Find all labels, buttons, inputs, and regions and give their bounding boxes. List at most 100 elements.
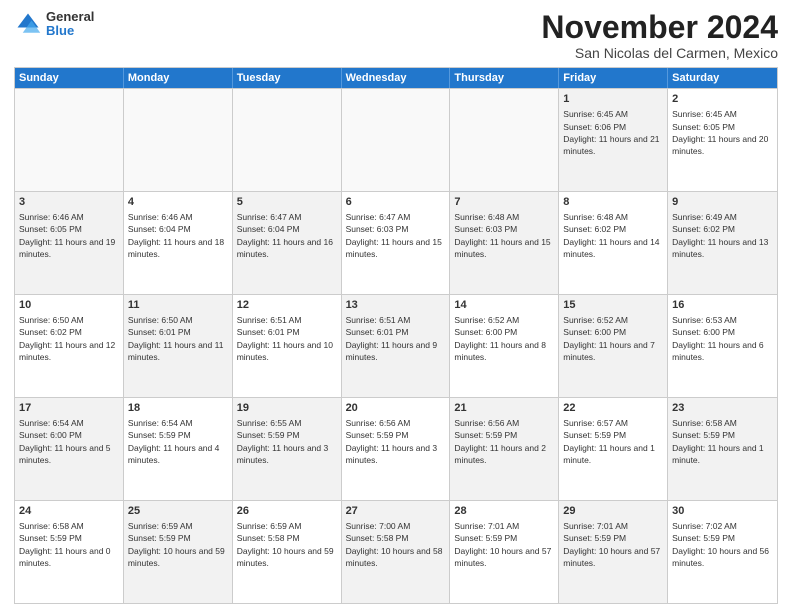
calendar-cell: 11Sunrise: 6:50 AM Sunset: 6:01 PM Dayli… <box>124 295 233 397</box>
calendar-header-cell: Sunday <box>15 68 124 88</box>
calendar-cell: 22 Sunrise: 6:57 AM Sunset: 5:59 PM Dayli… <box>559 398 668 500</box>
calendar-header-cell: Saturday <box>668 68 777 88</box>
calendar-cell: 23 Sunrise: 6:58 AM Sunset: 5:59 PM Dayli… <box>668 398 777 500</box>
cell-info: Sunrise: 6:48 AM Sunset: 6:03 PM Dayligh… <box>454 212 550 259</box>
calendar-week: 3Sunrise: 6:46 AM Sunset: 6:05 PM Daylig… <box>15 191 777 294</box>
day-number: 15 <box>563 298 663 313</box>
cell-info: Sunrise: 7:01 AM Sunset: 5:59 PM Dayligh… <box>454 521 551 568</box>
title-block: November 2024 San Nicolas del Carmen, Me… <box>541 10 778 61</box>
cell-info: Sunrise: 6:52 AM Sunset: 6:00 PM Dayligh… <box>454 315 546 362</box>
cell-info: Sunrise: 6:47 AM Sunset: 6:04 PM Dayligh… <box>237 212 333 259</box>
day-number: 30 <box>672 504 773 519</box>
cell-info: Sunrise: 6:45 AM Sunset: 6:05 PM Dayligh… <box>672 109 768 156</box>
calendar-cell: 1Sunrise: 6:45 AM Sunset: 6:06 PM Daylig… <box>559 89 668 191</box>
header: General Blue November 2024 San Nicolas d… <box>14 10 778 61</box>
day-number: 21 <box>454 401 554 416</box>
calendar-cell: 8Sunrise: 6:48 AM Sunset: 6:02 PM Daylig… <box>559 192 668 294</box>
page: General Blue November 2024 San Nicolas d… <box>0 0 792 612</box>
day-number: 17 <box>19 401 119 416</box>
cell-info: Sunrise: 6:50 AM Sunset: 6:01 PM Dayligh… <box>128 315 224 362</box>
calendar-cell <box>233 89 342 191</box>
calendar-header-cell: Wednesday <box>342 68 451 88</box>
day-number: 3 <box>19 195 119 210</box>
day-number: 25 <box>128 504 228 519</box>
day-number: 1 <box>563 92 663 107</box>
calendar-cell: 5 Sunrise: 6:47 AM Sunset: 6:04 PM Daylig… <box>233 192 342 294</box>
day-number: 8 <box>563 195 663 210</box>
calendar: SundayMondayTuesdayWednesdayThursdayFrid… <box>14 67 778 604</box>
calendar-body: 1Sunrise: 6:45 AM Sunset: 6:06 PM Daylig… <box>15 88 777 603</box>
calendar-cell: 24Sunrise: 6:58 AM Sunset: 5:59 PM Dayli… <box>15 501 124 603</box>
day-number: 18 <box>128 401 228 416</box>
calendar-cell <box>450 89 559 191</box>
cell-info: Sunrise: 6:49 AM Sunset: 6:02 PM Dayligh… <box>672 212 768 259</box>
cell-info: Sunrise: 6:54 AM Sunset: 5:59 PM Dayligh… <box>128 418 220 465</box>
calendar-week: 17 Sunrise: 6:54 AM Sunset: 6:00 PM Dayli… <box>15 397 777 500</box>
calendar-header-cell: Thursday <box>450 68 559 88</box>
day-number: 9 <box>672 195 773 210</box>
cell-info: Sunrise: 6:54 AM Sunset: 6:00 PM Dayligh… <box>19 418 111 465</box>
calendar-week: 10Sunrise: 6:50 AM Sunset: 6:02 PM Dayli… <box>15 294 777 397</box>
cell-info: Sunrise: 7:02 AM Sunset: 5:59 PM Dayligh… <box>672 521 769 568</box>
day-number: 2 <box>672 92 773 107</box>
day-number: 22 <box>563 401 663 416</box>
calendar-cell: 15 Sunrise: 6:52 AM Sunset: 6:00 PM Dayli… <box>559 295 668 397</box>
calendar-cell: 12Sunrise: 6:51 AM Sunset: 6:01 PM Dayli… <box>233 295 342 397</box>
cell-info: Sunrise: 6:58 AM Sunset: 5:59 PM Dayligh… <box>19 521 111 568</box>
day-number: 5 <box>237 195 337 210</box>
calendar-cell: 21 Sunrise: 6:56 AM Sunset: 5:59 PM Dayli… <box>450 398 559 500</box>
cell-info: Sunrise: 6:50 AM Sunset: 6:02 PM Dayligh… <box>19 315 115 362</box>
calendar-cell: 20Sunrise: 6:56 AM Sunset: 5:59 PM Dayli… <box>342 398 451 500</box>
calendar-cell: 7Sunrise: 6:48 AM Sunset: 6:03 PM Daylig… <box>450 192 559 294</box>
calendar-cell: 13Sunrise: 6:51 AM Sunset: 6:01 PM Dayli… <box>342 295 451 397</box>
day-number: 29 <box>563 504 663 519</box>
cell-info: Sunrise: 6:53 AM Sunset: 6:00 PM Dayligh… <box>672 315 764 362</box>
calendar-week: 1Sunrise: 6:45 AM Sunset: 6:06 PM Daylig… <box>15 88 777 191</box>
cell-info: Sunrise: 6:52 AM Sunset: 6:00 PM Dayligh… <box>563 315 655 362</box>
day-number: 13 <box>346 298 446 313</box>
calendar-cell: 26Sunrise: 6:59 AM Sunset: 5:58 PM Dayli… <box>233 501 342 603</box>
cell-info: Sunrise: 7:01 AM Sunset: 5:59 PM Dayligh… <box>563 521 660 568</box>
calendar-cell: 30 Sunrise: 7:02 AM Sunset: 5:59 PM Dayli… <box>668 501 777 603</box>
logo: General Blue <box>14 10 94 39</box>
calendar-cell <box>124 89 233 191</box>
cell-info: Sunrise: 6:56 AM Sunset: 5:59 PM Dayligh… <box>454 418 546 465</box>
calendar-cell <box>342 89 451 191</box>
day-number: 19 <box>237 401 337 416</box>
calendar-cell: 14 Sunrise: 6:52 AM Sunset: 6:00 PM Dayli… <box>450 295 559 397</box>
calendar-cell: 9 Sunrise: 6:49 AM Sunset: 6:02 PM Daylig… <box>668 192 777 294</box>
day-number: 6 <box>346 195 446 210</box>
calendar-cell: 27Sunrise: 7:00 AM Sunset: 5:58 PM Dayli… <box>342 501 451 603</box>
calendar-cell: 29 Sunrise: 7:01 AM Sunset: 5:59 PM Dayli… <box>559 501 668 603</box>
cell-info: Sunrise: 6:46 AM Sunset: 6:04 PM Dayligh… <box>128 212 224 259</box>
title-location: San Nicolas del Carmen, Mexico <box>541 45 778 61</box>
calendar-cell: 19 Sunrise: 6:55 AM Sunset: 5:59 PM Dayli… <box>233 398 342 500</box>
logo-general: General <box>46 10 94 24</box>
day-number: 23 <box>672 401 773 416</box>
calendar-cell: 25 Sunrise: 6:59 AM Sunset: 5:59 PM Dayli… <box>124 501 233 603</box>
cell-info: Sunrise: 6:57 AM Sunset: 5:59 PM Dayligh… <box>563 418 655 465</box>
cell-info: Sunrise: 6:59 AM Sunset: 5:59 PM Dayligh… <box>128 521 225 568</box>
calendar-cell: 18 Sunrise: 6:54 AM Sunset: 5:59 PM Dayli… <box>124 398 233 500</box>
calendar-cell: 17 Sunrise: 6:54 AM Sunset: 6:00 PM Dayli… <box>15 398 124 500</box>
day-number: 14 <box>454 298 554 313</box>
calendar-cell: 28 Sunrise: 7:01 AM Sunset: 5:59 PM Dayli… <box>450 501 559 603</box>
day-number: 20 <box>346 401 446 416</box>
cell-info: Sunrise: 6:58 AM Sunset: 5:59 PM Dayligh… <box>672 418 764 465</box>
logo-blue: Blue <box>46 24 94 38</box>
cell-info: Sunrise: 6:47 AM Sunset: 6:03 PM Dayligh… <box>346 212 442 259</box>
cell-info: Sunrise: 6:55 AM Sunset: 5:59 PM Dayligh… <box>237 418 329 465</box>
calendar-cell: 4 Sunrise: 6:46 AM Sunset: 6:04 PM Daylig… <box>124 192 233 294</box>
day-number: 16 <box>672 298 773 313</box>
title-month: November 2024 <box>541 10 778 45</box>
day-number: 4 <box>128 195 228 210</box>
calendar-header-cell: Tuesday <box>233 68 342 88</box>
cell-info: Sunrise: 6:51 AM Sunset: 6:01 PM Dayligh… <box>237 315 333 362</box>
calendar-cell: 6 Sunrise: 6:47 AM Sunset: 6:03 PM Daylig… <box>342 192 451 294</box>
day-number: 28 <box>454 504 554 519</box>
cell-info: Sunrise: 6:59 AM Sunset: 5:58 PM Dayligh… <box>237 521 334 568</box>
calendar-cell: 16 Sunrise: 6:53 AM Sunset: 6:00 PM Dayli… <box>668 295 777 397</box>
calendar-cell: 2 Sunrise: 6:45 AM Sunset: 6:05 PM Daylig… <box>668 89 777 191</box>
day-number: 27 <box>346 504 446 519</box>
calendar-cell: 10Sunrise: 6:50 AM Sunset: 6:02 PM Dayli… <box>15 295 124 397</box>
